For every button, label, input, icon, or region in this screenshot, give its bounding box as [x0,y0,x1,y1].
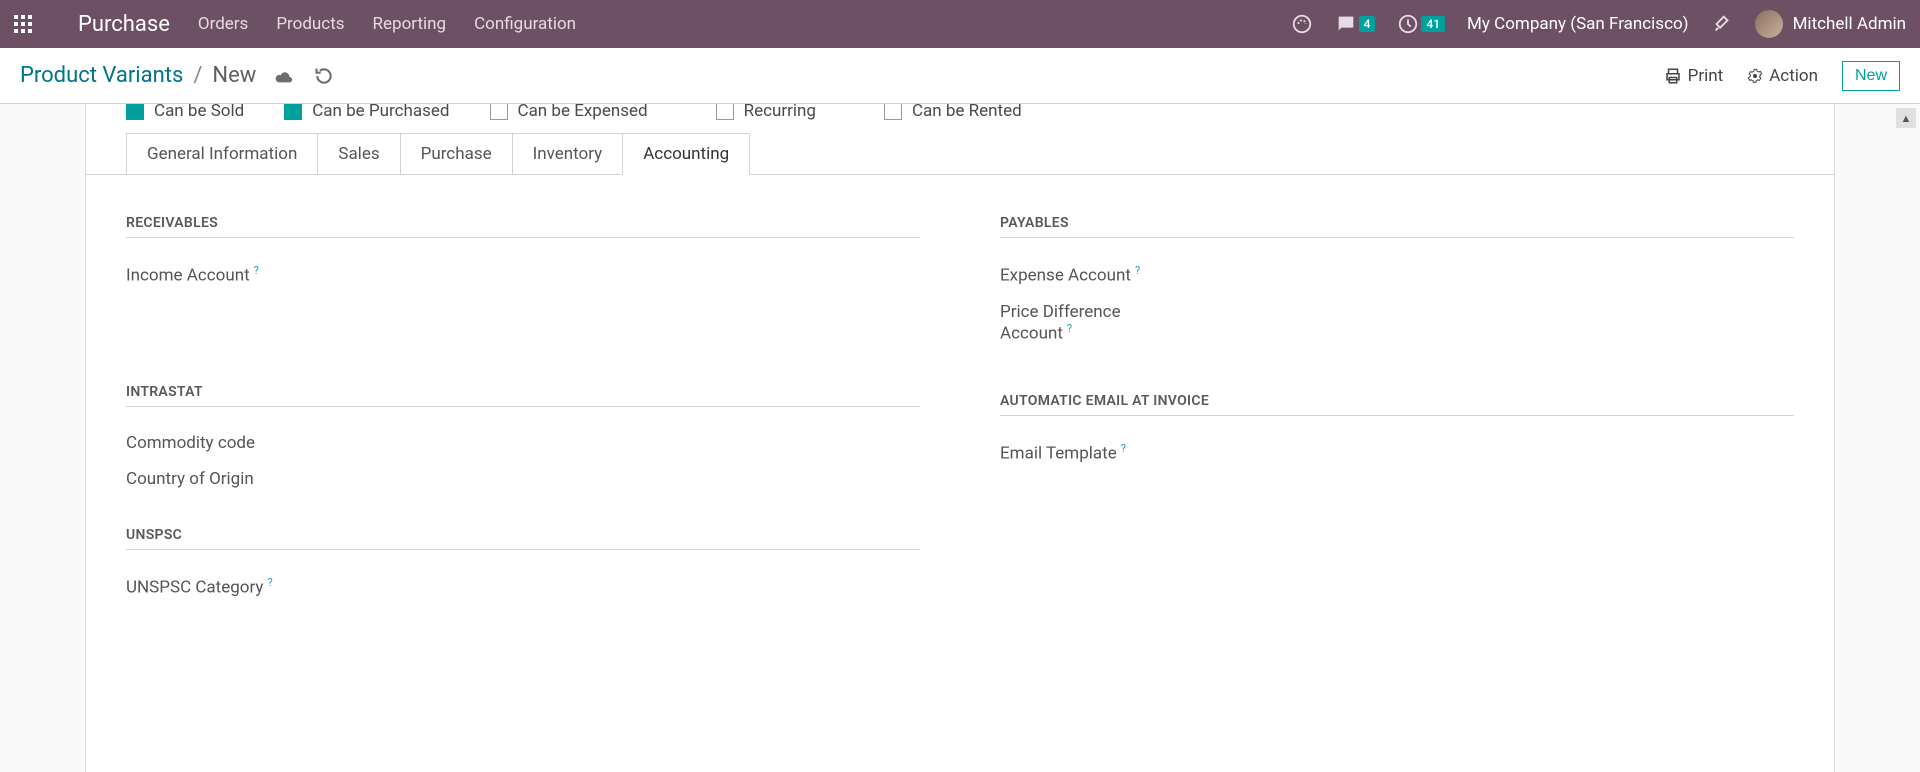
print-button[interactable]: Print [1664,66,1724,86]
can-be-sold-checkbox[interactable]: Can be Sold [126,104,244,121]
country-of-origin-field[interactable]: Country of Origin [126,461,920,497]
section-payables: PAYABLES [1000,215,1794,238]
income-account-field[interactable]: Income Account? [126,256,920,294]
can-be-expensed-label: Can be Expensed [518,104,648,121]
section-unspsc: UNSPSC [126,527,920,550]
email-template-field[interactable]: Email Template? [1000,434,1794,472]
section-receivables: RECEIVABLES [126,215,920,238]
help-icon[interactable]: ? [1135,264,1140,277]
help-icon[interactable]: ? [267,576,272,589]
status-icons [272,66,334,86]
commodity-code-label: Commodity code [126,433,255,453]
support-icon[interactable] [1291,13,1313,35]
avatar [1755,10,1783,38]
price-difference-account-label: Price Difference Account? [1000,302,1140,344]
debug-icon[interactable] [1711,13,1733,35]
user-name: Mitchell Admin [1793,14,1906,34]
can-be-purchased-label: Can be Purchased [312,104,449,121]
company-switcher[interactable]: My Company (San Francisco) [1467,14,1689,34]
breadcrumb-root[interactable]: Product Variants [20,63,183,88]
control-panel: Product Variants / New Print Action New [0,48,1920,104]
help-icon[interactable]: ? [254,264,259,277]
product-flags: Can be Sold Can be Purchased Can be Expe… [86,104,1834,133]
can-be-purchased-checkbox[interactable]: Can be Purchased [284,104,449,121]
country-of-origin-label: Country of Origin [126,469,254,489]
expense-account-field[interactable]: Expense Account? [1000,256,1794,294]
can-be-sold-label: Can be Sold [154,104,244,121]
left-column: RECEIVABLES Income Account? INTRASTAT Co… [126,215,920,605]
print-label: Print [1688,66,1724,86]
can-be-rented-checkbox[interactable]: Can be Rented [884,104,1022,121]
recurring-checkbox[interactable]: Recurring [716,104,816,121]
checkbox-icon [884,104,902,120]
apps-icon[interactable] [14,15,32,33]
scroll-up-button[interactable]: ▲ [1896,108,1916,128]
accounting-page: RECEIVABLES Income Account? INTRASTAT Co… [86,175,1834,645]
nav-orders[interactable]: Orders [198,14,248,34]
unspsc-category-label: UNSPSC Category? [126,576,273,598]
navbar-right: 4 41 My Company (San Francisco) Mitchell… [1291,10,1906,38]
tab-inventory[interactable]: Inventory [512,133,624,175]
right-column: PAYABLES Expense Account? Price Differen… [1000,215,1794,605]
navbar-left: Purchase Orders Products Reporting Confi… [14,12,1291,37]
price-difference-account-field[interactable]: Price Difference Account? [1000,294,1794,352]
messages-badge: 4 [1359,16,1376,32]
nav-configuration[interactable]: Configuration [474,14,576,34]
action-label: Action [1769,66,1818,86]
expense-account-label: Expense Account? [1000,264,1140,286]
checkbox-icon [716,104,734,120]
tab-accounting[interactable]: Accounting [622,133,750,175]
tab-sales[interactable]: Sales [317,133,400,175]
form-sheet: Can be Sold Can be Purchased Can be Expe… [85,104,1835,772]
checkbox-icon [490,104,508,120]
nav-reporting[interactable]: Reporting [373,14,447,34]
checkbox-icon [126,104,144,120]
commodity-code-field[interactable]: Commodity code [126,425,920,461]
can-be-expensed-checkbox[interactable]: Can be Expensed [490,104,648,121]
action-button[interactable]: Action [1747,66,1818,86]
breadcrumb-sep: / [193,63,202,88]
body-scroll: ▲ Can be Sold Can be Purchased Can be Ex… [0,104,1920,772]
can-be-rented-label: Can be Rented [912,104,1022,121]
discard-icon[interactable] [314,66,334,86]
breadcrumb: Product Variants / New [20,63,256,88]
notebook-tabs: General Information Sales Purchase Inven… [86,133,1834,175]
email-template-label: Email Template? [1000,442,1126,464]
app-brand[interactable]: Purchase [78,12,170,37]
section-intrastat: INTRASTAT [126,384,920,407]
nav-products[interactable]: Products [276,14,344,34]
tab-general-information[interactable]: General Information [126,133,318,175]
user-menu[interactable]: Mitchell Admin [1755,10,1906,38]
new-button[interactable]: New [1842,61,1900,91]
activities-icon[interactable]: 41 [1397,13,1445,35]
recurring-label: Recurring [744,104,816,121]
help-icon[interactable]: ? [1121,442,1126,455]
control-panel-right: Print Action New [1664,61,1900,91]
unspsc-category-field[interactable]: UNSPSC Category? [126,568,920,606]
top-navbar: Purchase Orders Products Reporting Confi… [0,0,1920,48]
income-account-label: Income Account? [126,264,259,286]
breadcrumb-current: New [212,63,256,88]
checkbox-icon [284,104,302,120]
messages-icon[interactable]: 4 [1335,13,1376,35]
tab-purchase[interactable]: Purchase [400,133,513,175]
section-auto-email: AUTOMATIC EMAIL AT INVOICE [1000,393,1794,416]
help-icon[interactable]: ? [1067,322,1072,335]
cloud-save-icon[interactable] [272,67,294,85]
activities-badge: 41 [1421,16,1445,32]
